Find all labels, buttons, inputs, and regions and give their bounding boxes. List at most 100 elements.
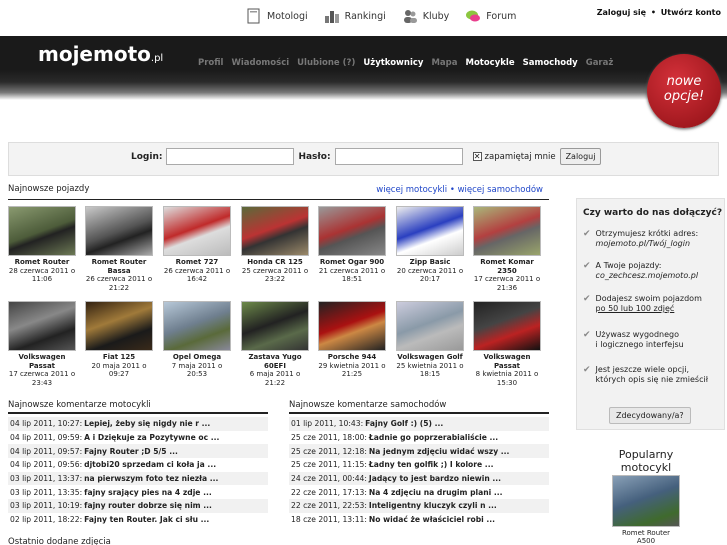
comment-text[interactable]: Fajny ten Router. Jak ci słu ... — [84, 515, 209, 524]
comment-row[interactable]: 18 cze 2011, 13:11: No widać że właścicie… — [289, 513, 549, 527]
vehicle-name[interactable]: Volkswagen Golf — [394, 353, 466, 362]
comment-text[interactable]: Jadący to jest bardzo niewin ... — [369, 474, 501, 483]
vehicle-photo[interactable] — [8, 206, 76, 256]
new-options-badge[interactable]: nowe opcje! — [647, 54, 721, 128]
password-input[interactable] — [334, 148, 463, 165]
vehicle-photo[interactable] — [396, 206, 464, 256]
menu-mapa[interactable]: Mapa — [431, 58, 457, 68]
why-item-link[interactable]: po 50 lub 100 zdjęć — [596, 304, 675, 313]
comment-text[interactable]: Ładny ten golfik ;) I kolore ... — [369, 460, 494, 469]
vehicle-photo[interactable] — [163, 301, 231, 351]
vehicle-name[interactable]: Opel Omega — [161, 353, 233, 362]
nav-motologi[interactable]: Motologi — [246, 8, 308, 24]
vehicle-card[interactable]: Romet 727 26 czerwca 2011 o 16:42 — [161, 206, 233, 284]
comment-row[interactable]: 25 cze 2011, 12:18: Na jednym zdjęciu wid… — [289, 444, 549, 459]
vehicle-card[interactable]: Romet Router 28 czerwca 2011 o 11:06 — [6, 206, 78, 284]
vehicle-photo[interactable] — [473, 206, 541, 256]
comment-text[interactable]: fajny srający pies na 4 zdje ... — [84, 488, 212, 497]
comment-row[interactable]: 22 cze 2011, 22:53: Inteligentny kluczyk … — [289, 499, 549, 513]
vehicle-photo[interactable] — [163, 206, 231, 256]
vehicle-card[interactable]: Romet Router Bassa 26 czerwca 2011 o 21:… — [83, 206, 155, 292]
vehicle-photo[interactable] — [241, 301, 309, 351]
vehicle-card[interactable]: Romet Ogar 900 21 czerwca 2011 o 18:51 — [316, 206, 388, 284]
menu-ulubione[interactable]: Ulubione (?) — [297, 58, 355, 68]
comment-text[interactable]: Inteligentny kluczyk czyli n ... — [369, 501, 497, 510]
comment-text[interactable]: A i Dziękuje za Pozytywne oc ... — [84, 433, 219, 442]
vehicle-card[interactable]: Porsche 944 29 kwietnia 2011 o 21:25 — [316, 301, 388, 379]
comment-row[interactable]: 03 lip 2011, 13:35: fajny srający pies na… — [8, 485, 268, 499]
comment-row[interactable]: 24 cze 2011, 00:44: Jadący to jest bardzo… — [289, 471, 549, 486]
vehicle-card[interactable]: Zastava Yugo 60EFI 6 maja 2011 o 21:22 — [239, 301, 311, 387]
more-cars-link[interactable]: więcej samochodów — [458, 185, 543, 195]
login-input[interactable] — [166, 148, 295, 165]
comment-row[interactable]: 01 lip 2011, 10:43: Fajny Golf :) (5) ... — [289, 417, 549, 431]
register-link[interactable]: Utwórz konto — [661, 8, 721, 17]
vehicle-name[interactable]: Zipp Basic — [394, 258, 466, 267]
popular-motorcycle-photo[interactable] — [612, 475, 680, 527]
vehicle-name[interactable]: Fiat 125 — [83, 353, 155, 362]
comment-text[interactable]: Ładnie go poprzerabialiście ... — [369, 433, 498, 442]
vehicle-photo[interactable] — [85, 206, 153, 256]
vehicle-photo[interactable] — [318, 206, 386, 256]
login-link[interactable]: Zaloguj się — [597, 8, 646, 17]
vehicle-name[interactable]: Romet Ogar 900 — [316, 258, 388, 267]
menu-profil[interactable]: Profil — [198, 58, 223, 68]
nav-forum[interactable]: Forum — [465, 8, 516, 24]
vehicle-name[interactable]: Porsche 944 — [316, 353, 388, 362]
comment-text[interactable]: No widać że właściciel robi ... — [369, 515, 495, 524]
comment-text[interactable]: na pierwszym foto tez niezła ... — [84, 474, 218, 483]
comment-text[interactable]: Na 4 zdjęciu na drugim plani ... — [369, 488, 503, 497]
comment-row[interactable]: 04 lip 2011, 10:27: Lepiej, żeby się nigd… — [8, 417, 268, 431]
vehicle-card[interactable]: Volkswagen Passat 17 czerwca 2011 o 23:4… — [6, 301, 78, 387]
comment-text[interactable]: Fajny Golf :) (5) ... — [365, 419, 443, 428]
comment-row[interactable]: 25 cze 2011, 11:15: Ładny ten golfik ;) I… — [289, 458, 549, 472]
comment-text[interactable]: djtobi20 sprzedam ci koła ja ... — [84, 460, 216, 469]
vehicle-card[interactable]: Opel Omega 7 maja 2011 o 20:53 — [161, 301, 233, 379]
menu-garaz[interactable]: Garaż — [586, 58, 614, 68]
remember-checkbox[interactable]: ✕ — [472, 152, 482, 161]
vehicle-photo[interactable] — [85, 301, 153, 351]
comment-text[interactable]: Na jednym zdjęciu widać wszy ... — [369, 447, 510, 456]
comment-row[interactable]: 04 lip 2011, 09:56: djtobi20 sprzedam ci … — [8, 458, 268, 472]
site-logo[interactable]: mojemoto.pl — [38, 42, 163, 66]
vehicle-name[interactable]: Romet Router — [6, 258, 78, 267]
vehicle-card[interactable]: Fiat 125 20 maja 2011 o 09:27 — [83, 301, 155, 379]
comment-row[interactable]: 04 lip 2011, 09:59: A i Dziękuje za Pozyt… — [8, 431, 268, 445]
menu-uzytkownicy[interactable]: Użytkownicy — [363, 58, 423, 68]
vehicle-photo[interactable] — [396, 301, 464, 351]
vehicle-name[interactable]: Volkswagen Passat — [6, 353, 78, 370]
vehicle-photo[interactable] — [473, 301, 541, 351]
vehicle-name[interactable]: Romet Router Bassa — [83, 258, 155, 275]
comment-row[interactable]: 22 cze 2011, 17:13: Na 4 zdjęciu na drugi… — [289, 485, 549, 499]
vehicle-name[interactable]: Romet 727 — [161, 258, 233, 267]
menu-wiadomosci[interactable]: Wiadomości — [231, 58, 289, 68]
vehicle-name[interactable]: Volkswagen Passat — [471, 353, 543, 370]
popular-motorcycle-name[interactable]: Romet Router — [600, 529, 692, 537]
decide-button[interactable]: Zdecydowany/a? — [609, 407, 691, 424]
vehicle-card[interactable]: Honda CR 125 25 czerwca 2011 o 23:22 — [239, 206, 311, 284]
vehicle-card[interactable]: Romet Komar 2350 17 czerwca 2011 o 21:36 — [471, 206, 543, 292]
vehicle-name[interactable]: Romet Komar 2350 — [471, 258, 543, 275]
vehicle-photo[interactable] — [8, 301, 76, 351]
vehicle-photo[interactable] — [241, 206, 309, 256]
comment-row[interactable]: 03 lip 2011, 13:37: na pierwszym foto tez… — [8, 471, 268, 486]
vehicle-card[interactable]: Zipp Basic 20 czerwca 2011 o 20:17 — [394, 206, 466, 284]
menu-samochody[interactable]: Samochody — [523, 58, 578, 68]
vehicle-card[interactable]: Volkswagen Passat 8 kwietnia 2011 o 15:3… — [471, 301, 543, 387]
nav-kluby[interactable]: Kluby — [402, 8, 449, 24]
comment-row[interactable]: 25 cze 2011, 18:00: Ładnie go poprzerabia… — [289, 431, 549, 445]
comment-row[interactable]: 02 lip 2011, 18:22: Fajny ten Router. Jak… — [8, 513, 268, 527]
vehicle-photo[interactable] — [318, 301, 386, 351]
comment-text[interactable]: Fajny Router ;D 5/5 ... — [84, 447, 178, 456]
nav-rankingi[interactable]: Rankingi — [324, 8, 386, 24]
comment-text[interactable]: Lepiej, żeby się nigdy nie r ... — [84, 419, 210, 428]
menu-motocykle[interactable]: Motocykle — [465, 58, 514, 68]
comment-row[interactable]: 03 lip 2011, 10:19: fajny router dobrze s… — [8, 499, 268, 513]
login-button[interactable]: Zaloguj — [559, 148, 602, 165]
more-motorcycles-link[interactable]: więcej motocykli — [376, 185, 447, 195]
comment-row[interactable]: 04 lip 2011, 09:57: Fajny Router ;D 5/5 .… — [8, 444, 268, 459]
comment-text[interactable]: fajny router dobrze się nim ... — [84, 501, 212, 510]
vehicle-card[interactable]: Volkswagen Golf 25 kwietnia 2011 o 18:15 — [394, 301, 466, 379]
vehicle-name[interactable]: Honda CR 125 — [239, 258, 311, 267]
vehicle-name[interactable]: Zastava Yugo 60EFI — [239, 353, 311, 370]
